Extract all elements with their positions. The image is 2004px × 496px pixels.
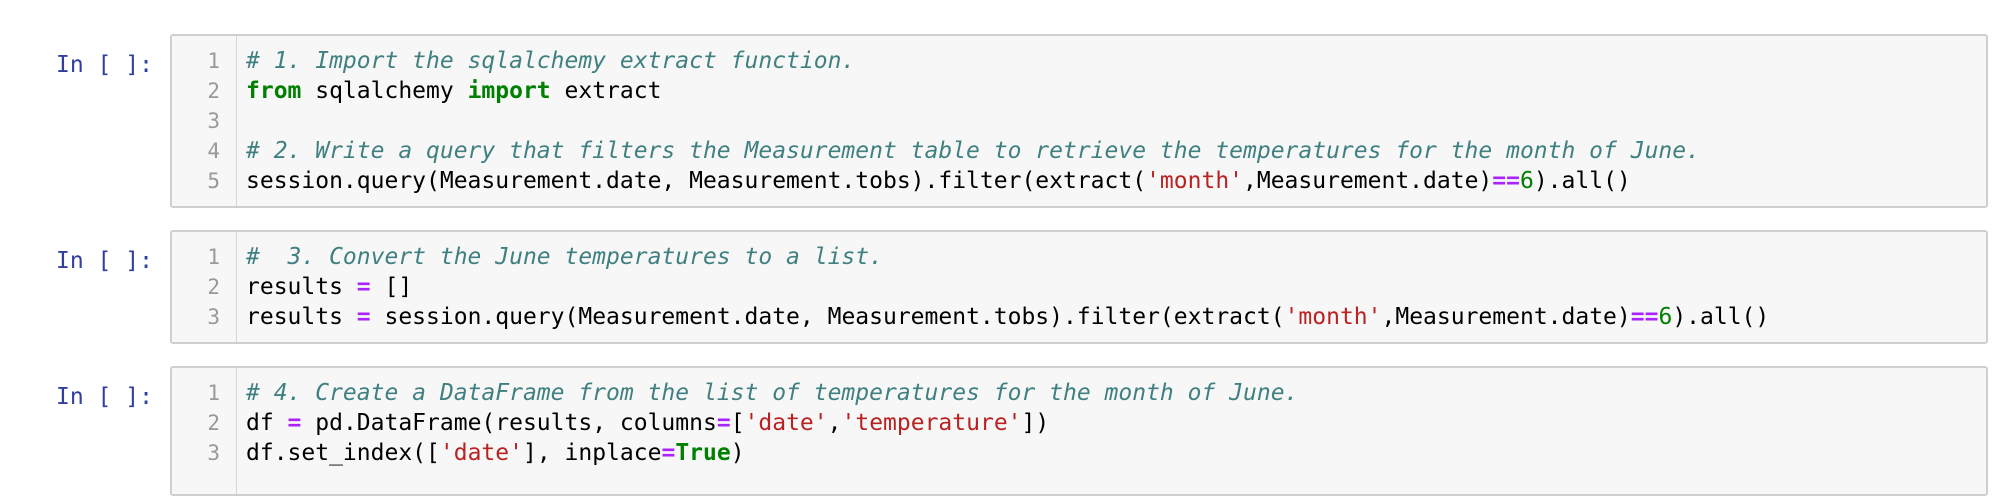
code-token: session.query(Measurement.date, Measurem… <box>370 304 1285 330</box>
cell-prompt: In [ ]: <box>56 384 153 410</box>
code-line[interactable]: 3 results = session.query(Measurement.dat… <box>172 302 1986 332</box>
code-token: results <box>246 304 357 330</box>
code-line[interactable]: 1 # 4. Create a DataFrame from the list o… <box>172 378 1986 408</box>
code-token: ,Measurement.date) <box>1243 168 1493 194</box>
code-line[interactable]: 2 results = [] <box>172 272 1986 302</box>
code-editor[interactable]: 1 # 3. Convert the June temperatures to a… <box>170 230 1988 344</box>
code-token: df <box>246 410 288 436</box>
cell-prompt: In [ ]: <box>56 52 153 78</box>
code-text[interactable]: results = [] <box>246 272 412 302</box>
code-line[interactable]: 5 session.query(Measurement.date, Measure… <box>172 166 1986 196</box>
code-line[interactable]: 4 # 2. Write a query that filters the Mea… <box>172 136 1986 166</box>
code-token: , <box>827 410 842 436</box>
code-text[interactable]: from sqlalchemy import extract <box>246 76 661 106</box>
code-text[interactable]: df = pd.DataFrame(results, columns=['dat… <box>246 408 1049 438</box>
code-editor[interactable]: 1 # 4. Create a DataFrame from the list o… <box>170 366 1988 496</box>
code-token: ], inplace <box>522 440 662 466</box>
code-line[interactable]: 1 # 3. Convert the June temperatures to a… <box>172 242 1986 272</box>
code-cell-2[interactable]: In [ ]: 1 # 3. Convert the June temperatu… <box>0 230 2004 346</box>
line-number: 2 <box>207 411 220 435</box>
code-token: import <box>467 78 551 104</box>
code-token: = <box>356 274 371 300</box>
code-token: # 4. Create a DataFrame from the list of… <box>246 380 1299 406</box>
code-text[interactable]: df.set_index(['date'], inplace=True) <box>246 438 745 468</box>
line-number: 1 <box>207 245 220 269</box>
code-line[interactable]: 2 df = pd.DataFrame(results, columns=['da… <box>172 408 1986 438</box>
line-number: 2 <box>207 275 220 299</box>
code-text[interactable]: # 3. Convert the June temperatures to a … <box>246 242 883 272</box>
code-token: ) <box>730 440 745 466</box>
line-number: 2 <box>207 79 220 103</box>
line-number: 3 <box>207 441 220 465</box>
code-token: session.query(Measurement.date, Measurem… <box>246 168 1147 194</box>
code-token: df.set_index([ <box>246 440 440 466</box>
line-number: 3 <box>207 109 220 133</box>
code-lines: 1 # 3. Convert the June temperatures to a… <box>172 242 1986 332</box>
code-token: extract <box>550 78 662 104</box>
code-token: = <box>661 440 676 466</box>
code-lines: 1 # 1. Import the sqlalchemy extract func… <box>172 46 1986 196</box>
code-token: sqlalchemy <box>301 78 468 104</box>
code-text[interactable]: # 1. Import the sqlalchemy extract funct… <box>246 46 855 76</box>
code-line[interactable]: 3 <box>172 106 1986 136</box>
code-token: == <box>1630 304 1659 330</box>
line-number: 3 <box>207 305 220 329</box>
code-text[interactable]: session.query(Measurement.date, Measurem… <box>246 166 1631 196</box>
code-editor[interactable]: 1 # 1. Import the sqlalchemy extract func… <box>170 34 1988 208</box>
code-line[interactable]: 1 # 1. Import the sqlalchemy extract func… <box>172 46 1986 76</box>
code-token: [ <box>730 410 745 436</box>
code-token: results <box>246 274 357 300</box>
code-line[interactable]: 2 from sqlalchemy import extract <box>172 76 1986 106</box>
code-text[interactable]: results = session.query(Measurement.date… <box>246 302 1769 332</box>
code-token: ).all() <box>1672 304 1770 330</box>
code-token: 'date' <box>744 410 828 436</box>
code-token: ,Measurement.date) <box>1381 304 1631 330</box>
cell-prompt: In [ ]: <box>56 248 153 274</box>
code-token: = <box>716 410 731 436</box>
code-token: ).all() <box>1533 168 1631 194</box>
code-text[interactable]: # 4. Create a DataFrame from the list of… <box>246 378 1298 408</box>
code-token: 'temperature' <box>841 410 1022 436</box>
line-number: 1 <box>207 49 220 73</box>
code-token: 'month' <box>1284 304 1382 330</box>
code-token: from <box>246 78 302 104</box>
code-lines: 1 # 4. Create a DataFrame from the list o… <box>172 378 1986 468</box>
code-text[interactable]: # 2. Write a query that filters the Meas… <box>246 136 1700 166</box>
code-token: # 1. Import the sqlalchemy extract funct… <box>246 48 856 74</box>
line-number: 5 <box>207 169 220 193</box>
code-token: 'month' <box>1146 168 1244 194</box>
code-cell-1[interactable]: In [ ]: 1 # 1. Import the sqlalchemy extr… <box>0 34 2004 212</box>
code-token: = <box>287 410 302 436</box>
code-token: 6 <box>1658 304 1673 330</box>
line-number: 4 <box>207 139 220 163</box>
code-token: = <box>356 304 371 330</box>
code-token: 'date' <box>439 440 523 466</box>
code-token: [] <box>370 274 413 300</box>
code-token: # 3. Convert the June temperatures to a … <box>246 244 883 270</box>
code-token: pd.DataFrame(results, columns <box>301 410 717 436</box>
line-number: 1 <box>207 381 220 405</box>
code-token: ]) <box>1021 410 1050 436</box>
code-cell-3[interactable]: In [ ]: 1 # 4. Create a DataFrame from th… <box>0 366 2004 496</box>
code-line[interactable]: 3 df.set_index(['date'], inplace=True) <box>172 438 1986 468</box>
code-token: == <box>1492 168 1520 194</box>
code-token: 6 <box>1519 168 1534 194</box>
code-token: True <box>675 440 731 466</box>
code-token: # 2. Write a query that filters the Meas… <box>246 138 1700 164</box>
